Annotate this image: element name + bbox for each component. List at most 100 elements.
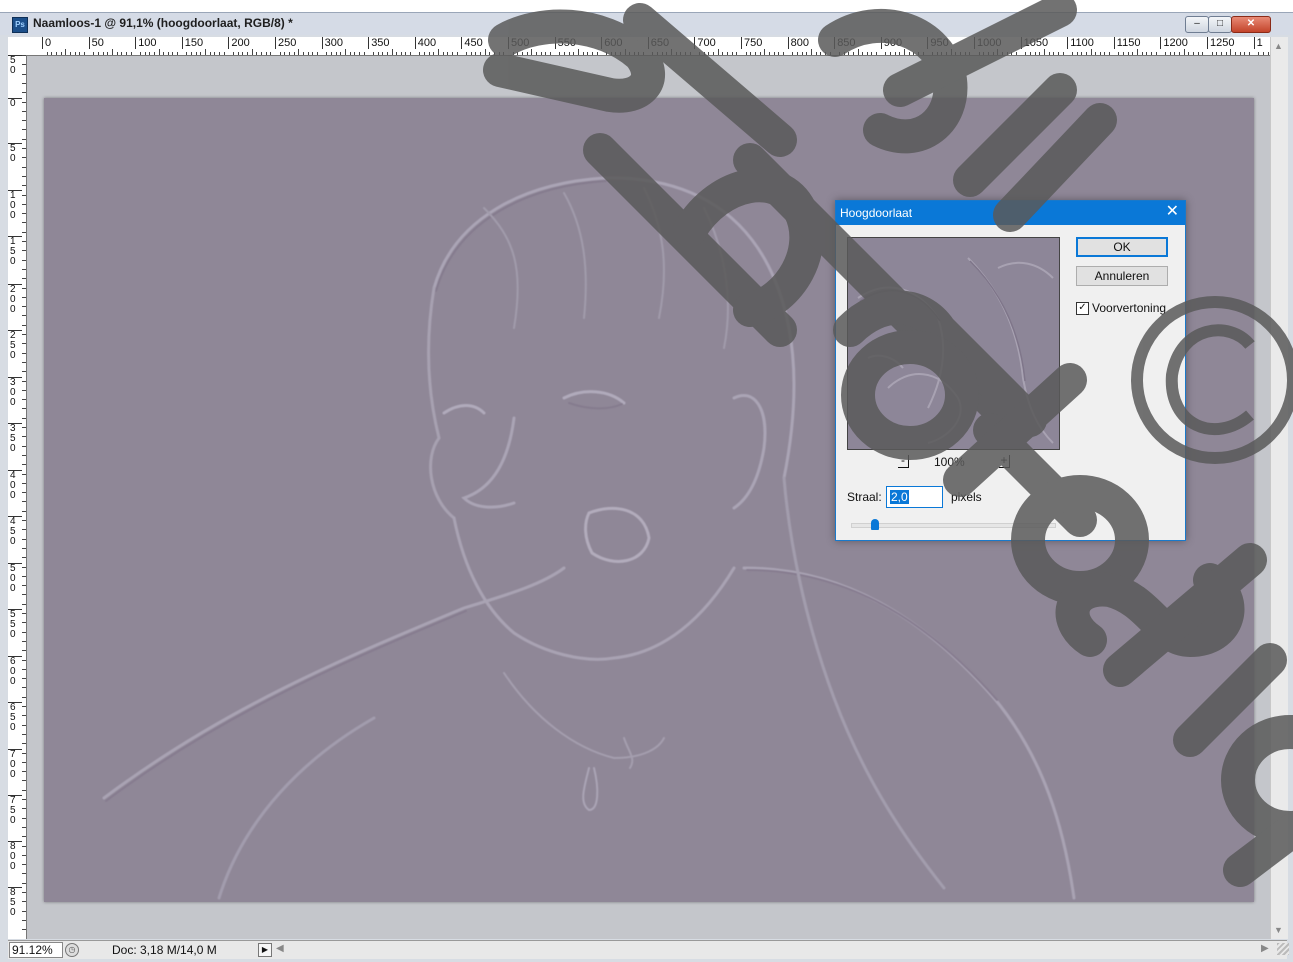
ruler-v-minor-tick <box>22 687 26 689</box>
status-menu-arrow-icon[interactable]: ▶ <box>258 943 272 957</box>
ruler-h-minor-tick <box>517 52 519 55</box>
ruler-h-minor-tick <box>1076 52 1078 55</box>
maximize-button[interactable]: □ <box>1208 16 1232 33</box>
ruler-h-minor-tick <box>438 49 440 55</box>
ruler-h-label: 1250 <box>1207 37 1234 49</box>
dialog-close-icon[interactable]: ✕ <box>1166 203 1179 221</box>
ruler-h-label: 600 <box>601 37 623 49</box>
ruler-h-minor-tick <box>955 52 957 55</box>
ruler-h-minor-tick <box>782 52 784 55</box>
radius-slider-thumb[interactable] <box>871 519 880 530</box>
ruler-h-minor-tick <box>946 52 948 55</box>
ruler-h-minor-tick <box>233 52 235 55</box>
status-bar: 91.12% ◷ Doc: 3,18 M/14,0 M ▶ ◀ ▶ <box>8 940 1289 959</box>
ruler-h-minor-tick <box>1081 52 1083 55</box>
radius-input[interactable]: 2,0 <box>886 486 943 508</box>
ruler-v-minor-tick <box>22 306 26 308</box>
ruler-h-label: 1000 <box>974 37 1001 49</box>
ruler-h-minor-tick <box>1011 52 1013 55</box>
ruler-h-minor-tick <box>200 52 202 55</box>
ruler-v-minor-tick <box>22 640 26 642</box>
ruler-h-minor-tick <box>433 52 435 55</box>
zoom-out-button[interactable]: - <box>898 454 909 468</box>
ruler-v-minor-tick <box>22 213 26 215</box>
ruler-h-label: 350 <box>368 37 390 49</box>
ruler-v-label: 350 <box>8 423 22 454</box>
scroll-up-arrow-icon[interactable]: ▲ <box>1274 41 1283 51</box>
ruler-h-minor-tick <box>1015 52 1017 55</box>
ruler-v-minor-tick <box>22 287 26 289</box>
vertical-ruler[interactable]: 5005010015020025030035040045050055060065… <box>8 55 27 939</box>
ruler-h-minor-tick <box>862 52 864 55</box>
ruler-h-minor-tick <box>717 49 719 55</box>
resize-grip[interactable] <box>1277 943 1289 955</box>
ruler-v-minor-tick <box>22 585 26 587</box>
ruler-h-minor-tick <box>997 49 999 55</box>
scroll-right-arrow-icon[interactable]: ▶ <box>1261 943 1269 954</box>
photoshop-app-icon[interactable]: Ps <box>12 17 28 33</box>
dialog-title-bar[interactable]: Hoogdoorlaat ✕ <box>836 201 1185 225</box>
ruler-h-minor-tick <box>1057 52 1059 55</box>
ok-button[interactable]: OK <box>1076 237 1168 257</box>
close-button[interactable]: ✕ <box>1231 16 1271 33</box>
ruler-v-label: 400 <box>8 470 22 501</box>
ruler-h-minor-tick <box>531 49 533 55</box>
ruler-h-minor-tick <box>121 52 123 55</box>
ruler-v-minor-tick <box>22 622 26 624</box>
ruler-h-label: 650 <box>647 37 669 49</box>
radius-value[interactable]: 2,0 <box>890 490 909 504</box>
ruler-h-minor-tick <box>186 52 188 55</box>
ruler-v-minor-tick <box>22 361 26 363</box>
ruler-v-minor-tick <box>22 631 26 633</box>
ruler-h-minor-tick <box>223 52 225 55</box>
ruler-v-label: 650 <box>8 702 22 733</box>
ruler-h-minor-tick <box>908 52 910 55</box>
ruler-h-minor-tick <box>456 52 458 55</box>
ruler-h-minor-tick <box>102 52 104 55</box>
scroll-left-arrow-icon[interactable]: ◀ <box>276 943 284 954</box>
horizontal-ruler[interactable]: 0 50 100 150 200 250 300 350 400 450 500 550 600 650 7… <box>8 37 1270 56</box>
ruler-v-minor-tick <box>22 678 26 680</box>
ruler-h-minor-tick <box>619 52 621 55</box>
ruler-h-minor-tick <box>1211 52 1213 55</box>
ruler-h-minor-tick <box>65 49 67 55</box>
ruler-v-label: 250 <box>8 330 22 361</box>
ruler-h-minor-tick <box>498 52 500 55</box>
ruler-v-minor-tick <box>22 733 26 735</box>
ruler-v-minor-tick <box>22 408 26 410</box>
vertical-scrollbar[interactable]: ▲ ▼ <box>1270 37 1288 939</box>
ruler-v-minor-tick <box>22 919 26 921</box>
ruler-h-minor-tick <box>51 52 53 55</box>
ruler-h-minor-tick <box>899 52 901 55</box>
ruler-h-minor-tick <box>335 52 337 55</box>
ruler-h-minor-tick <box>754 52 756 55</box>
ruler-h-minor-tick <box>987 52 989 55</box>
minimize-button[interactable]: ‒ <box>1185 16 1209 33</box>
ruler-h-minor-tick <box>214 52 216 55</box>
clock-icon[interactable]: ◷ <box>65 943 79 957</box>
ruler-h-minor-tick <box>918 52 920 55</box>
zoom-in-button[interactable]: + <box>999 454 1010 468</box>
ruler-h-minor-tick <box>852 52 854 55</box>
preview-checkbox-label[interactable]: Voorvertoning <box>1092 301 1166 315</box>
ruler-h-minor-tick <box>1146 52 1148 55</box>
zoom-level-field[interactable]: 91.12% <box>9 942 63 958</box>
ruler-h-minor-tick <box>158 49 160 55</box>
ruler-v-minor-tick <box>22 73 26 75</box>
ruler-v-minor-tick <box>22 882 26 884</box>
ruler-v-label: 0 <box>8 98 22 109</box>
ruler-h-minor-tick <box>978 52 980 55</box>
cancel-button[interactable]: Annuleren <box>1076 266 1168 286</box>
scroll-down-arrow-icon[interactable]: ▼ <box>1274 925 1283 935</box>
ruler-h-minor-tick <box>843 52 845 55</box>
photoshop-document-window: Ps Naamloos-1 @ 91,1% (hoogdoorlaat, RGB… <box>0 0 1293 962</box>
filter-preview-pane[interactable] <box>847 237 1060 450</box>
ruler-h-minor-tick <box>326 52 328 55</box>
ruler-h-minor-tick <box>848 52 850 55</box>
radius-slider-track[interactable] <box>851 523 1056 528</box>
ruler-h-minor-tick <box>563 52 565 55</box>
ruler-v-minor-tick <box>22 715 26 717</box>
ruler-h-minor-tick <box>689 52 691 55</box>
ruler-h-minor-tick <box>727 52 729 55</box>
preview-checkbox[interactable]: ✓ <box>1076 302 1089 315</box>
